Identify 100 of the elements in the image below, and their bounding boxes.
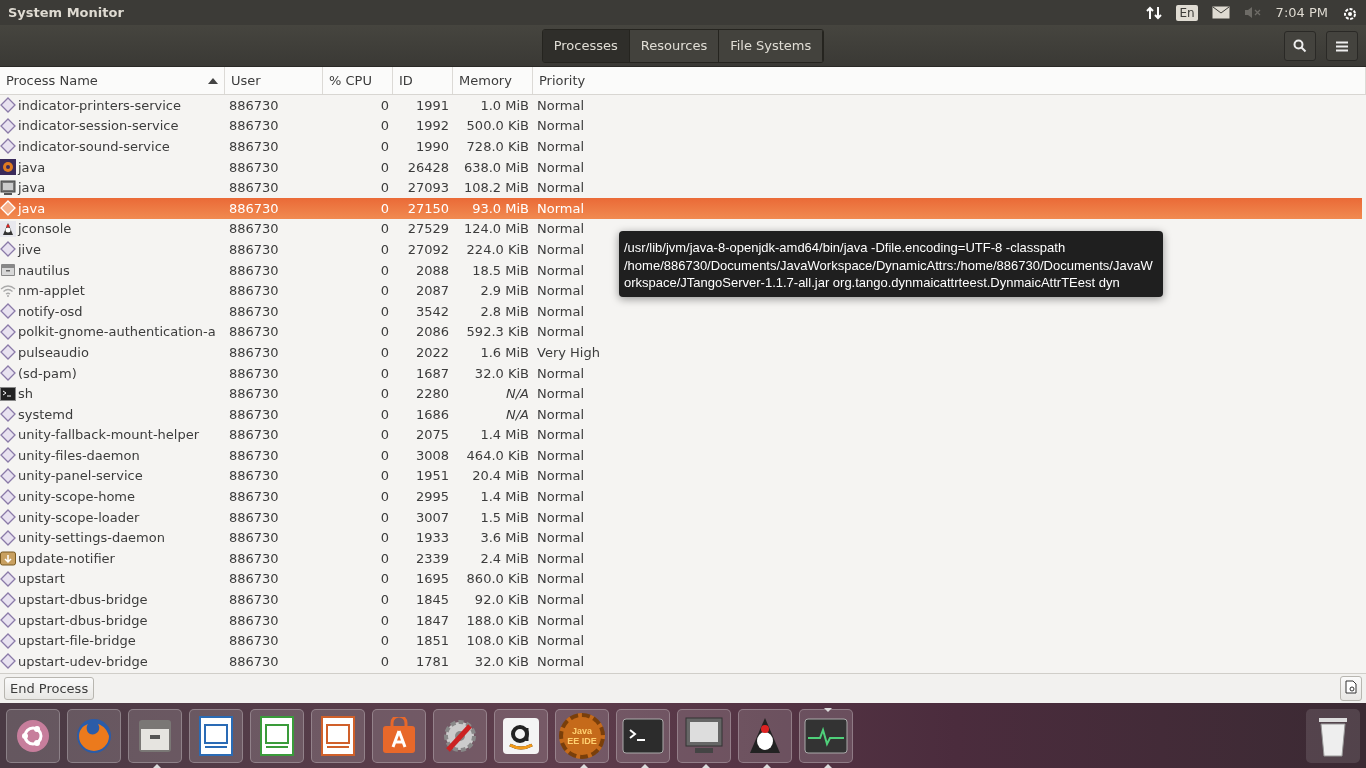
process-name: nm-applet (18, 283, 85, 299)
user-cell-text: 886730 (228, 283, 280, 299)
process-row[interactable]: upstart-file-bridge 886730 0 1851 108.0 KiB Normal (0, 630, 615, 652)
column-header[interactable]: ID (393, 67, 453, 94)
process-row[interactable]: notify-osd 886730 0 3542 2.8 MiB Normal (0, 300, 615, 322)
diamond-icon (0, 97, 16, 114)
cpu-cell-text: 0 (379, 592, 390, 608)
process-row[interactable]: nm-applet 886730 0 2087 2.9 MiB Normal (0, 280, 615, 301)
process-row[interactable]: indicator-session-service 886730 0 1992 500.0 KiB Normal (0, 115, 615, 137)
launcher-item[interactable] (6, 708, 60, 763)
keyboard-layout-indicator[interactable]: En (1176, 4, 1198, 21)
process-row[interactable]: upstart-dbus-bridge 886730 0 1847 188.0 KiB Normal (0, 609, 615, 631)
user-cell-text: 886730 (228, 200, 280, 216)
cpu-cell-text: 0 (379, 653, 390, 669)
process-name: upstart-dbus-bridge (18, 592, 148, 608)
id-cell-text: 27529 (406, 221, 450, 237)
id-cell-text: 1951 (414, 468, 450, 484)
network-arrows-icon[interactable] (1146, 4, 1163, 21)
user-cell-text: 886730 (228, 303, 280, 319)
process-row[interactable]: nautilus 886730 0 2088 18.5 MiB Normal (0, 259, 615, 281)
cpu-cell-text: 0 (379, 180, 390, 196)
column-header[interactable]: Process Name (0, 67, 225, 94)
memory-cell-text: N/A (505, 406, 530, 422)
process-row[interactable]: jconsole 886730 0 27529 124.0 MiB Normal (0, 218, 615, 240)
priority-cell-text: Normal (536, 159, 586, 175)
cpu-cell-text: 0 (379, 365, 390, 381)
process-row[interactable]: systemd 886730 0 1686 N/A Normal (0, 403, 615, 425)
amazon-icon (501, 715, 541, 756)
search-button[interactable] (1284, 31, 1316, 61)
priority-cell-text: Normal (536, 221, 586, 237)
column-header[interactable]: Memory (453, 67, 533, 94)
process-row[interactable]: polkit-gnome-authentication-a 886730 0 2086 592.3 KiB Normal (0, 321, 615, 343)
process-row[interactable]: upstart-udev-bridge 886730 0 1781 32.0 KiB Normal (0, 651, 615, 672)
column-header[interactable]: % CPU (323, 67, 393, 94)
column-header[interactable]: User (225, 67, 323, 94)
process-row[interactable]: upstart 886730 0 1695 860.0 KiB Normal (0, 568, 615, 590)
launcher-item[interactable] (372, 708, 426, 763)
launcher-item[interactable] (189, 708, 243, 763)
process-row[interactable]: sh 886730 0 2280 N/A Normal (0, 383, 615, 404)
id-cell-text: 1847 (414, 612, 450, 628)
cpu-cell-text: 0 (379, 344, 390, 360)
priority-cell-text: Normal (536, 262, 586, 278)
launcher-item[interactable] (494, 708, 548, 763)
diamond-icon (0, 241, 16, 258)
process-row[interactable]: pulseaudio 886730 0 2022 1.6 MiB Very High (0, 342, 615, 363)
cpu-cell-text: 0 (379, 241, 390, 257)
cpu-cell-text: 0 (379, 262, 390, 278)
end-process-button[interactable]: End Process (4, 677, 95, 700)
menu-button[interactable] (1326, 31, 1358, 61)
user-cell-text: 886730 (228, 653, 280, 669)
priority-cell-text: Normal (536, 427, 586, 443)
priority-cell-text: Normal (536, 653, 586, 669)
diamond-icon (0, 303, 16, 320)
process-name: jive (18, 241, 41, 257)
process-row[interactable]: unity-scope-home 886730 0 2995 1.4 MiB Normal (0, 486, 615, 507)
cpu-cell-text: 0 (379, 139, 390, 154)
launcher-item[interactable] (433, 708, 487, 763)
cpu-cell-text: 0 (379, 550, 390, 566)
properties-button[interactable] (1340, 676, 1362, 701)
envelope-icon[interactable] (1211, 6, 1230, 19)
launcher-item[interactable] (250, 708, 304, 763)
clock[interactable]: 7:04 PM (1275, 5, 1328, 20)
priority-cell-text: Normal (536, 180, 586, 196)
process-row[interactable]: java 886730 0 26428 638.0 MiB Normal (0, 156, 615, 178)
process-row[interactable]: update-notifier 886730 0 2339 2.4 MiB Normal (0, 548, 615, 569)
view-tab[interactable]: Processes (542, 29, 630, 62)
process-name: java (18, 159, 46, 175)
column-header[interactable]: Priority (533, 67, 1366, 94)
process-row[interactable]: unity-panel-service 886730 0 1951 20.4 MiB Normal (0, 465, 615, 487)
process-name: nautilus (18, 262, 70, 278)
view-tab[interactable]: File Systems (719, 29, 824, 62)
diamond-icon (0, 468, 16, 484)
id-cell-text: 2088 (414, 262, 450, 278)
memory-cell-text: 500.0 KiB (465, 118, 530, 134)
diamond-icon (0, 612, 16, 629)
process-row[interactable]: jive 886730 0 27092 224.0 KiB Normal (0, 239, 615, 260)
user-cell-text: 886730 (228, 427, 280, 443)
memory-cell-text: 92.0 KiB (473, 592, 530, 608)
view-tab[interactable]: Resources (629, 29, 720, 62)
process-row[interactable]: unity-settings-daemon 886730 0 1933 3.6 MiB Normal (0, 527, 615, 549)
memory-cell-text: 124.0 MiB (462, 221, 530, 237)
process-name: update-notifier (18, 550, 115, 566)
process-row[interactable]: upstart-dbus-bridge 886730 0 1845 92.0 KiB Normal (0, 589, 615, 610)
launcher-item[interactable] (311, 708, 365, 763)
process-row[interactable]: unity-scope-loader 886730 0 3007 1.5 MiB Normal (0, 506, 615, 528)
pulse-monitor-icon (804, 717, 848, 754)
user-cell-text: 886730 (228, 97, 280, 113)
search-icon (1293, 39, 1307, 53)
command-tooltip: /usr/lib/jvm/java-8-openjdk-amd64/bin/java -Dfile.encoding=UTF-8 -classpath /home/886730/Documents/JavaWorkspace/DynamicAttrs:/home/886730/Documents/JavaWorkspace/JTangoServer-1.1.7-all.jar org.tango.dynmaicattrteest.DynmaicAttrTEest dyn (619, 231, 1163, 297)
process-row[interactable]: unity-fallback-mount-helper 886730 0 2075 1.4 MiB Normal (0, 424, 615, 446)
diamond-icon (0, 570, 16, 587)
trash-button[interactable] (1306, 708, 1360, 763)
diamond-icon (0, 406, 16, 423)
id-cell-text: 1990 (414, 139, 450, 154)
process-row[interactable]: java 886730 0 27093 108.2 MiB Normal (0, 177, 615, 198)
process-row[interactable]: (sd-pam) 886730 0 1687 32.0 KiB Normal (0, 362, 615, 384)
user-cell-text: 886730 (228, 118, 280, 134)
process-row[interactable]: indicator-sound-service 886730 0 1990 728.0 KiB Normal (0, 136, 615, 157)
process-row[interactable]: indicator-printers-service 886730 0 1991 1.0 MiB Normal (0, 95, 615, 116)
process-row[interactable]: unity-files-daemon 886730 0 3008 464.0 KiB Normal (0, 445, 615, 466)
